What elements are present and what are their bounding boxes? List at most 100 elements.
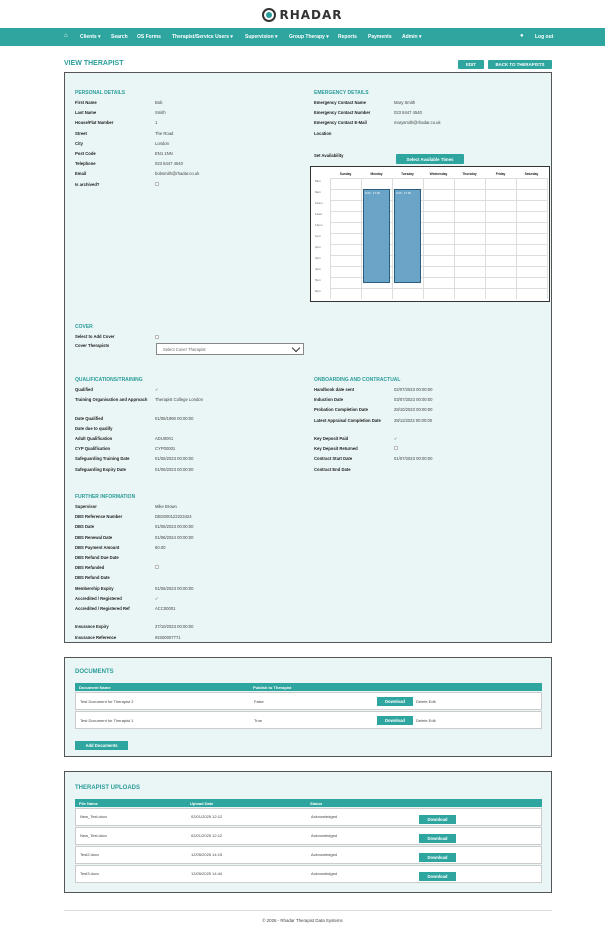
nav-reports[interactable]: Reports: [338, 34, 357, 40]
edit-button[interactable]: EDIT: [458, 60, 484, 69]
further-value: ACC00001: [155, 606, 176, 611]
further-label: DBS Refund Date: [75, 575, 110, 581]
nav-search[interactable]: Search: [111, 34, 128, 40]
personal-label: Post Code: [75, 151, 96, 156]
onboarding-value: 01/07/2023 00:00:00: [394, 456, 433, 462]
col-file-name: File Name: [79, 801, 98, 806]
further-label: Accredited / Registered Ref: [75, 606, 130, 611]
further-info-title: FURTHER INFORMATION: [75, 494, 136, 500]
document-row: Test Document for Therapist 1 True Downloa…: [75, 711, 542, 729]
personal-value: 023 8447 4540: [155, 161, 183, 167]
nav-clients[interactable]: Clients ▾: [80, 34, 101, 40]
personal-checkbox: [155, 181, 159, 186]
availability-block[interactable]: 9:00 - 17:30: [363, 189, 390, 283]
onboarding-label: Handbook date sent: [314, 387, 355, 392]
nav-therapist-service-users[interactable]: Therapist/Service Users ▾: [172, 34, 233, 40]
further-value: Mike Brown: [155, 504, 177, 509]
nav-payments[interactable]: Payments: [368, 34, 392, 40]
upload-status: Acknowledged: [311, 871, 338, 876]
col-document-name: Document Name: [79, 685, 111, 690]
calendar-col-line: [392, 178, 393, 299]
calendar-col-line: [516, 178, 517, 299]
upload-status: Acknowledged: [311, 852, 338, 857]
download-button[interactable]: Download: [419, 853, 456, 862]
chevron-down-icon: [291, 343, 301, 353]
onboarding-checkbox: [394, 446, 398, 451]
onboarding-value: 02/07/2023 00:00:00: [394, 387, 433, 392]
document-name: Test Document for Therapist 1: [80, 718, 134, 723]
further-value: 01/06/2023 00:00:00: [155, 524, 194, 530]
upload-status: Acknowledged: [311, 833, 338, 838]
calendar-time-label: 3pm: [315, 256, 321, 260]
further-label: Insurance Reference: [75, 634, 117, 640]
onboarding-value: 28/10/2023 00:00:00: [394, 407, 433, 413]
home-icon[interactable]: ⌂: [64, 33, 68, 39]
personal-label: House/Flat Number: [75, 120, 114, 126]
page-title: VIEW THERAPIST: [64, 60, 124, 67]
download-button[interactable]: Download: [419, 872, 456, 881]
availability-block[interactable]: 9:00 - 17:30: [394, 189, 421, 283]
quals-value: 01/06/1990 00:00:00: [155, 415, 194, 421]
quals-label: Adult Qualification: [75, 436, 113, 441]
set-availability-label: Set Availability: [314, 153, 344, 158]
onboarding-title: ONBOARDING AND CONTRACTUAL: [314, 377, 401, 383]
therapist-details-panel: PERSONAL DETAILS First Name Bob Last Name S…: [64, 72, 552, 643]
calendar-day-saturday: Saturday: [524, 172, 539, 176]
logout-link[interactable]: Log out: [535, 34, 553, 40]
cover-therapist-placeholder: Select Cover Therapist: [163, 346, 206, 352]
calendar-time-label: 11am: [315, 212, 323, 216]
download-button[interactable]: Download: [419, 834, 456, 843]
upload-date: 02/01/2025 12:12: [191, 814, 223, 819]
quals-label: Date due to qualify: [75, 425, 113, 431]
brand-logo[interactable]: RHADAR: [0, 6, 605, 24]
quals-value: CYP00001: [155, 446, 176, 452]
personal-label: Last Name: [75, 110, 97, 116]
nav-supervision[interactable]: Supervision ▾: [245, 34, 278, 40]
download-button[interactable]: Download: [419, 815, 456, 824]
cover-therapist-select[interactable]: Select Cover Therapist: [156, 343, 304, 355]
select-cover-checkbox[interactable]: [155, 335, 159, 339]
emergency-label: Location: [314, 130, 332, 136]
personal-value: Bob: [155, 100, 163, 105]
calendar-col-line: [361, 178, 362, 299]
nav-os-forms[interactable]: OS Forms: [137, 34, 161, 40]
documents-title: DOCUMENTS: [75, 669, 114, 675]
col-upload-date: Upload Date: [190, 801, 214, 806]
upload-date: 02/01/2025 12:12: [191, 833, 223, 838]
further-label: DBS Renewal Date: [75, 534, 113, 540]
further-label: DBS Refunded: [75, 565, 105, 571]
onboarding-label: Contract Start Date: [314, 456, 353, 462]
calendar-col-line: [547, 178, 548, 299]
personal-label: Street: [75, 130, 87, 136]
upload-file-name: New_Test.docx: [80, 833, 108, 838]
download-button[interactable]: Download: [377, 716, 413, 725]
select-available-times-button[interactable]: Select Available Times: [396, 154, 464, 164]
calendar-col-line: [485, 178, 486, 299]
quals-label: Training Organisation and Approach: [75, 397, 148, 403]
personal-details-title: PERSONAL DETAILS: [75, 90, 126, 96]
onboarding-label: Key Deposit Returned: [314, 446, 358, 452]
nav-group-therapy[interactable]: Group Therapy ▾: [289, 34, 329, 40]
page-header: VIEW THERAPIST EDIT BACK TO THERAPISTS: [64, 56, 552, 69]
calendar-day-wednesday: Wednesday: [429, 172, 448, 176]
personal-value: London: [155, 140, 169, 146]
download-button[interactable]: Download: [377, 697, 413, 706]
upload-row: Test2.docx 12/05/2025 14:15 Acknowledged Do…: [75, 846, 542, 864]
further-label: DBS Refund Due Date: [75, 555, 119, 560]
cover-title: COVER: [75, 324, 93, 330]
delete-edit-links[interactable]: Delete Edit: [416, 699, 436, 704]
calendar-grid-line: [330, 288, 547, 289]
add-documents-button[interactable]: Add Documents: [75, 741, 128, 750]
further-label: Insurance Expiry: [75, 624, 109, 630]
delete-edit-links[interactable]: Delete Edit: [416, 718, 436, 723]
emergency-label: Emergency Contact Number: [314, 110, 371, 116]
calendar-time-label: 2pm: [315, 245, 321, 249]
nav-admin[interactable]: Admin ▾: [402, 34, 421, 40]
personal-value: bobsmith@rhadar.co.uk: [155, 171, 200, 177]
personal-label: City: [75, 140, 83, 146]
further-label: DBS Payment Amount: [75, 544, 120, 550]
calendar-col-line: [330, 178, 331, 299]
further-checkbox: [155, 565, 159, 570]
back-to-therapists-button[interactable]: BACK TO THERAPISTS: [488, 60, 552, 69]
emergency-label: Emergency Contact E-Mail: [314, 120, 367, 126]
